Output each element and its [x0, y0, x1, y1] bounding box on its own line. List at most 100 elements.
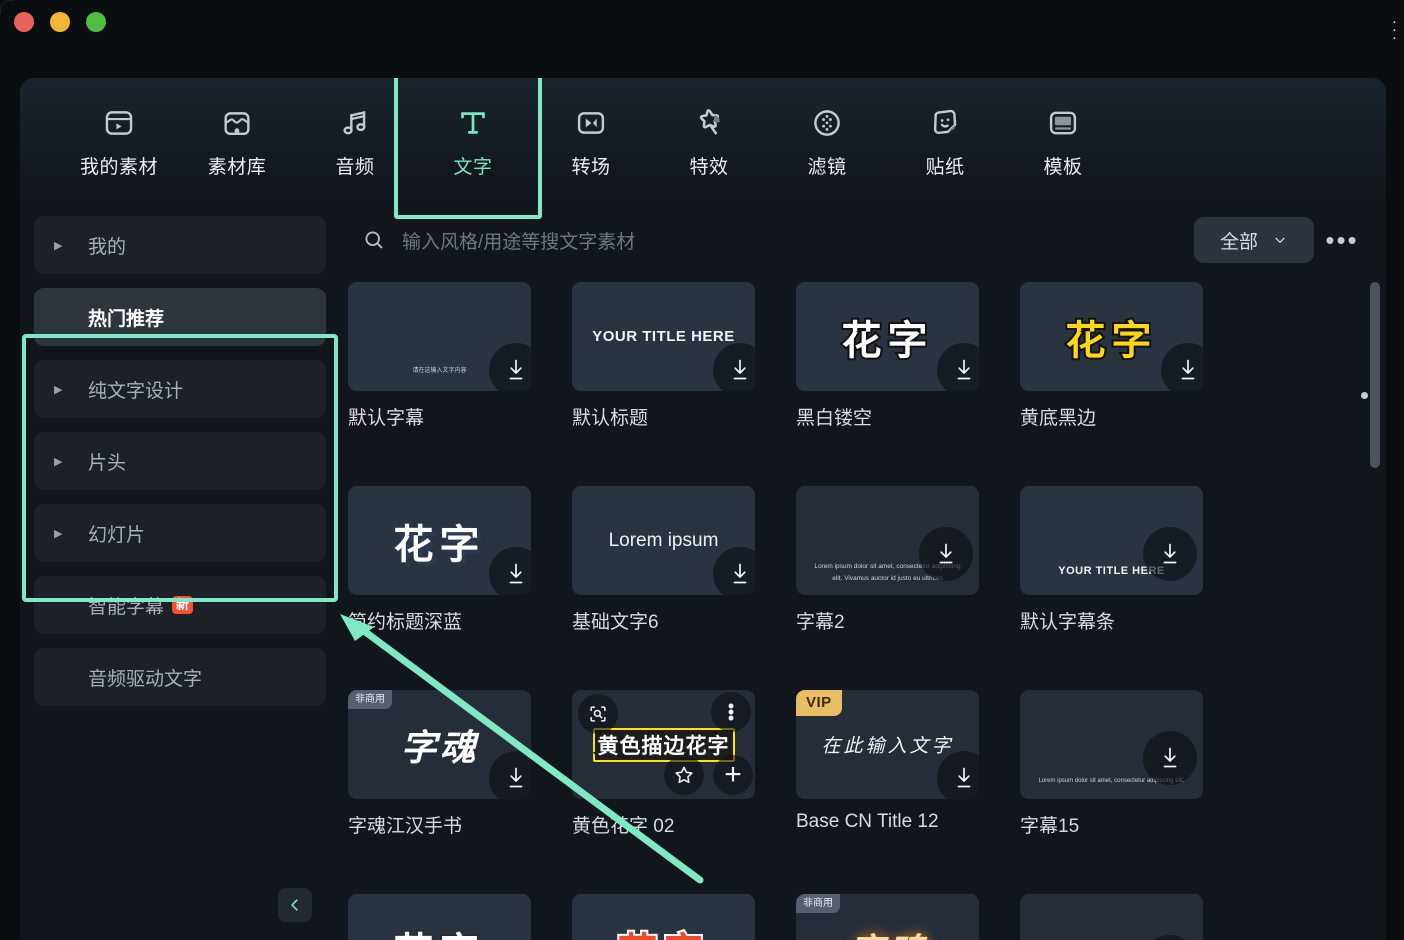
list-item[interactable]: VIP 在此输入文字 Base CN Title 12 — [796, 690, 1020, 838]
sidebar-item-opening[interactable]: ▶ 片头 — [34, 432, 326, 490]
list-item[interactable]: Lorem ipsum 基础文字6 — [572, 486, 796, 634]
tab-my-media[interactable]: 我的素材 — [60, 91, 178, 191]
more-options-button[interactable]: ••• — [1320, 218, 1364, 262]
download-icon[interactable] — [1143, 935, 1197, 940]
template-thumbnail[interactable]: YOUR TITLE HERE — [572, 282, 755, 391]
collapse-panel-button[interactable] — [278, 888, 312, 922]
template-thumbnail[interactable]: 花字 — [572, 894, 755, 940]
list-item[interactable]: 花字 红底白边 — [572, 894, 796, 940]
scrollbar-thumb[interactable] — [1370, 282, 1380, 468]
list-item[interactable]: 花字 黑白镂空 — [796, 282, 1020, 430]
template-caption: 黄底黑边 — [1020, 408, 1097, 429]
sidebar-item-hot[interactable]: 热门推荐 — [34, 288, 326, 346]
more-options-label: ••• — [1325, 224, 1359, 255]
non-commercial-badge: 非商用 — [796, 894, 840, 913]
audio-note-icon — [336, 104, 374, 142]
add-plus-icon[interactable]: + — [713, 755, 753, 795]
search-icon — [365, 231, 383, 249]
list-item[interactable]: 花字 黄底黑边 — [1020, 282, 1244, 430]
tab-label: 转场 — [571, 156, 611, 178]
download-icon[interactable] — [713, 343, 755, 391]
template-thumbnail-hovered[interactable]: 黄色描边花字 • • • + — [572, 690, 755, 799]
tab-media-library[interactable]: 素材库 — [178, 91, 296, 191]
template-thumbnail[interactable]: YOUR TITLE HERE — [1020, 486, 1203, 595]
sidebar-item-mine[interactable]: ▶ 我的 — [34, 216, 326, 274]
sidebar-item-label: 片头 — [88, 452, 127, 474]
sidebar-item-slideshow[interactable]: ▶ 幻灯片 — [34, 504, 326, 562]
template-thumbnail[interactable]: 花字 — [348, 894, 531, 940]
more-vertical-icon[interactable]: • • • — [711, 692, 751, 732]
close-button[interactable] — [14, 12, 34, 32]
sidebar-item-pure-text-design[interactable]: ▶ 纯文字设计 — [34, 360, 326, 418]
filter-dropdown[interactable]: 全部 — [1194, 217, 1314, 263]
template-thumbnail[interactable]: Lorem ipsum dolor sit amet, consectetur … — [1020, 894, 1203, 940]
tab-audio[interactable]: 音频 — [296, 91, 414, 191]
minimize-button[interactable] — [50, 12, 70, 32]
template-thumbnail[interactable]: Lorem ipsum dolor sit amet, consectetur … — [1020, 690, 1203, 799]
download-icon[interactable] — [489, 547, 531, 595]
list-item[interactable]: 请在这输入文字内容 默认字幕 — [348, 282, 572, 430]
list-item[interactable]: Lorem ipsum dolor sit amet, consectetur … — [1020, 894, 1244, 940]
download-icon[interactable] — [489, 343, 531, 391]
scrollbar-track[interactable] — [1368, 282, 1380, 922]
preview-text: 字魂 — [848, 923, 926, 940]
search-input[interactable]: 输入风格/用途等搜文字素材 — [402, 227, 635, 254]
download-icon[interactable] — [919, 527, 973, 581]
transition-icon — [572, 104, 610, 142]
window-controls — [14, 12, 106, 32]
template-caption: 简约标题深蓝 — [348, 612, 463, 633]
preview-magnifier-icon[interactable] — [578, 694, 618, 734]
tab-transition[interactable]: 转场 — [532, 91, 650, 191]
template-thumbnail[interactable]: 非商用 字魂 — [796, 894, 979, 940]
template-grid-wrapper: 请在这输入文字内容 默认字幕 YOUR TITLE HERE 默认标题 花字 黑… — [340, 276, 1386, 940]
sidebar-item-label: 我的 — [88, 236, 127, 258]
template-thumbnail[interactable]: 非商用 字魂 — [348, 690, 531, 799]
my-media-icon — [100, 104, 138, 142]
download-icon[interactable] — [1143, 527, 1197, 581]
content-area: 输入风格/用途等搜文字素材 全部 ••• 请在这输入文字内容 默认字幕 YOUR… — [340, 204, 1386, 940]
tab-sticker[interactable]: 贴纸 — [886, 91, 1004, 191]
download-icon[interactable] — [937, 343, 979, 391]
preview-text: 黄色描边花字 — [595, 732, 731, 760]
tab-text[interactable]: 文字 — [414, 91, 532, 191]
list-item[interactable]: Lorem ipsum dolor sit amet, consectetur … — [1020, 690, 1244, 838]
tab-label: 我的素材 — [79, 156, 158, 178]
vip-badge: VIP — [796, 690, 842, 716]
media-library-icon — [218, 104, 256, 142]
template-thumbnail[interactable]: VIP 在此输入文字 — [796, 690, 979, 799]
template-thumbnail[interactable]: 花字 — [348, 486, 531, 595]
template-thumbnail[interactable]: Lorem ipsum dolor sit amet, consectetur … — [796, 486, 979, 595]
sidebar-item-label: 热门推荐 — [88, 308, 165, 330]
list-item[interactable]: YOUR TITLE HERE 默认标题 — [572, 282, 796, 430]
tab-filter[interactable]: 滤镜 — [768, 91, 886, 191]
search-box[interactable]: 输入风格/用途等搜文字素材 — [352, 217, 1194, 263]
download-icon[interactable] — [937, 751, 979, 799]
preview-text: YOUR TITLE HERE — [592, 328, 735, 345]
template-grid: 请在这输入文字内容 默认字幕 YOUR TITLE HERE 默认标题 花字 黑… — [348, 282, 1386, 940]
list-item[interactable]: 非商用 字魂 字魂御宋锦书 — [796, 894, 1020, 940]
download-icon[interactable] — [489, 751, 531, 799]
favorite-star-icon[interactable] — [664, 755, 704, 795]
template-thumbnail[interactable]: 请在这输入文字内容 — [348, 282, 531, 391]
template-thumbnail[interactable]: 花字 — [796, 282, 979, 391]
list-item[interactable]: YOUR TITLE HERE 默认字幕条 — [1020, 486, 1244, 634]
list-item[interactable]: 花字 黑白描边 — [348, 894, 572, 940]
zoom-button[interactable] — [86, 12, 106, 32]
filter-label: 全部 — [1219, 231, 1258, 253]
chevron-right-icon: ▶ — [54, 383, 63, 396]
download-icon[interactable] — [713, 547, 755, 595]
offscreen-menu-icon[interactable]: · · · — [1392, 14, 1402, 45]
template-caption: 字幕15 — [1020, 816, 1080, 837]
sidebar-item-smart-subtitle[interactable]: 智能字幕 新 — [34, 576, 326, 634]
download-icon[interactable] — [1143, 731, 1197, 785]
list-item[interactable]: 非商用 字魂 字魂江汉手书 — [348, 690, 572, 838]
template-thumbnail[interactable]: 花字 — [1020, 282, 1203, 391]
download-icon[interactable] — [1161, 343, 1203, 391]
tab-effects[interactable]: 特效 — [650, 91, 768, 191]
list-item[interactable]: 花字 简约标题深蓝 — [348, 486, 572, 634]
tab-template[interactable]: 模板 — [1004, 91, 1122, 191]
list-item[interactable]: Lorem ipsum dolor sit amet, consectetur … — [796, 486, 1020, 634]
sidebar-item-audio-driven-text[interactable]: 音频驱动文字 — [34, 648, 326, 706]
template-thumbnail[interactable]: Lorem ipsum — [572, 486, 755, 595]
list-item[interactable]: 黄色描边花字 • • • + 黄色花字 02 — [572, 690, 796, 838]
